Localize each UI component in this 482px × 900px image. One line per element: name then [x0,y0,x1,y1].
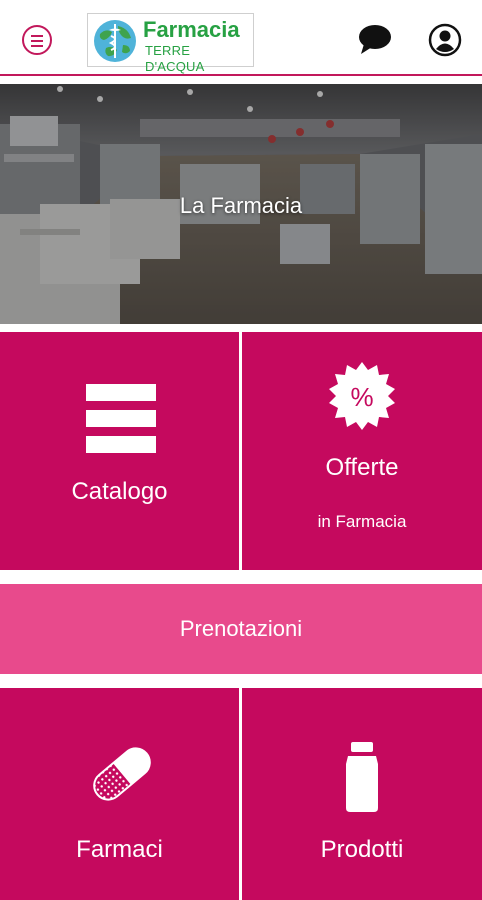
prenotazioni-button[interactable]: Prenotazioni [0,584,482,674]
pill-icon [93,747,151,801]
percent-badge-icon: % [329,362,395,430]
user-icon[interactable] [428,23,462,57]
svg-text:%: % [350,382,373,412]
pharmacy-logo[interactable]: Farmacia TERRE D'ACQUA [87,13,254,74]
bottle-icon [346,742,378,812]
menu-icon[interactable] [22,25,52,55]
offerte-tile[interactable]: % Offerte in Farmacia [242,332,482,570]
farmaci-tile[interactable]: Farmaci [0,688,239,900]
logo-title: Farmacia [143,17,240,42]
offerte-sublabel: in Farmacia [317,512,407,531]
app-header: Farmacia TERRE D'ACQUA [0,0,482,76]
offerte-label: Offerte [325,454,399,481]
chat-icon[interactable] [358,24,392,56]
hero-title: La Farmacia [179,193,303,218]
logo-subtitle: TERRE D'ACQUA [145,43,205,74]
list-icon [86,384,156,453]
hero-banner[interactable]: La Farmacia [0,84,482,324]
prodotti-tile[interactable]: Prodotti [242,688,482,900]
catalogo-label: Catalogo [71,478,168,505]
globe-caduceus-icon [94,20,136,62]
prodotti-label: Prodotti [320,836,404,863]
farmaci-label: Farmaci [76,836,163,863]
catalogo-tile[interactable]: Catalogo [0,332,239,570]
